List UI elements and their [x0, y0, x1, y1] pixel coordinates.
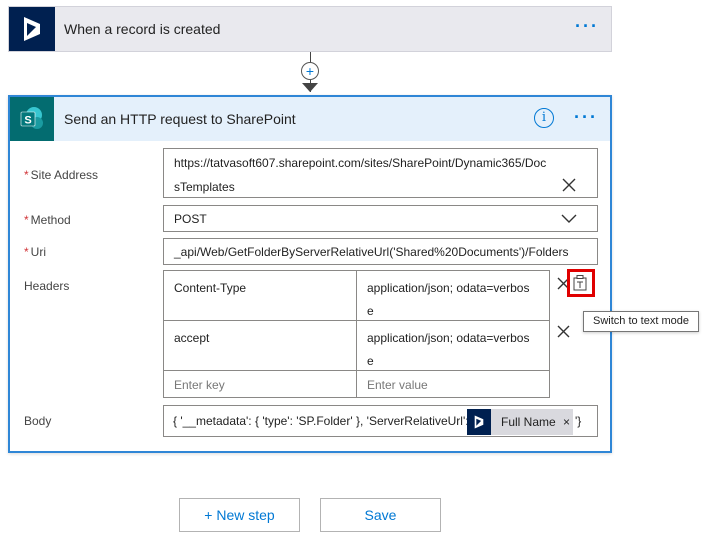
plus-icon: +	[305, 63, 315, 79]
key-placeholder: Enter key	[174, 378, 225, 392]
switch-to-text-mode-button[interactable]	[567, 269, 595, 297]
value-placeholder: Enter value	[367, 378, 428, 392]
uri-label: * Uri	[24, 245, 46, 259]
required-marker: *	[24, 245, 29, 259]
connector-arrow-icon	[302, 83, 318, 92]
site-address-value-line2: sTemplates	[174, 180, 235, 194]
body-value-prefix: { '__metadata': { 'type': 'SP.Folder' },…	[173, 414, 471, 428]
header-key-value: accept	[174, 331, 210, 345]
method-label-text: Method	[30, 213, 71, 227]
header-value-line2: e	[367, 354, 374, 368]
uri-label-text: Uri	[30, 245, 46, 259]
sharepoint-logo-icon: S	[10, 97, 54, 141]
clear-site-address-icon[interactable]	[562, 178, 576, 192]
header-key-input[interactable]: Content-Type	[163, 270, 357, 321]
body-label: Body	[24, 414, 52, 428]
info-icon[interactable]: i	[534, 108, 554, 128]
dynamic-content-token[interactable]: Full Name ×	[467, 409, 573, 435]
method-select[interactable]: POST	[163, 205, 598, 232]
site-address-value-line1: https://tatvasoft607.sharepoint.com/site…	[174, 156, 547, 170]
trigger-card[interactable]: When a record is created ···	[8, 6, 612, 52]
site-address-label: * Site Address	[24, 168, 98, 182]
dynamics-logo-icon	[467, 409, 491, 435]
site-address-label-text: Site Address	[30, 168, 99, 182]
token-name: Full Name	[501, 415, 556, 429]
action-more-icon[interactable]: ···	[574, 107, 598, 128]
trigger-title: When a record is created	[64, 21, 221, 37]
body-input[interactable]: { '__metadata': { 'type': 'SP.Folder' },…	[163, 405, 598, 437]
switch-mode-tooltip: Switch to text mode	[583, 311, 699, 332]
uri-value: _api/Web/GetFolderByServerRelativeUrl('S…	[174, 245, 569, 259]
site-address-input[interactable]: https://tatvasoft607.sharepoint.com/site…	[163, 148, 598, 198]
remove-header-icon[interactable]	[557, 325, 570, 338]
header-value-input[interactable]: application/json; odata=verbos e	[356, 270, 550, 321]
header-key-input[interactable]: accept	[163, 320, 357, 371]
method-label: * Method	[24, 213, 71, 227]
header-value-input[interactable]: application/json; odata=verbos e	[356, 320, 550, 371]
text-mode-icon	[573, 275, 587, 291]
uri-input[interactable]: _api/Web/GetFolderByServerRelativeUrl('S…	[163, 238, 598, 265]
method-value: POST	[174, 212, 207, 226]
new-step-button[interactable]: + New step	[179, 498, 300, 532]
header-key-value: Content-Type	[174, 281, 247, 295]
chevron-down-icon[interactable]	[561, 214, 577, 224]
action-card: S Send an HTTP request to SharePoint i ·…	[8, 95, 612, 453]
header-value-line2: e	[367, 304, 374, 318]
dynamics-logo-icon	[9, 7, 55, 51]
header-value-line1: application/json; odata=verbos	[367, 331, 530, 345]
trigger-more-icon[interactable]: ···	[575, 16, 599, 37]
body-value-suffix: '}	[575, 414, 582, 428]
header-value-line1: application/json; odata=verbos	[367, 281, 530, 295]
action-header[interactable]: S Send an HTTP request to SharePoint i ·…	[10, 97, 610, 141]
new-header-value-input[interactable]: Enter value	[356, 370, 550, 398]
insert-step-button[interactable]: +	[301, 62, 319, 80]
svg-text:S: S	[24, 115, 31, 127]
required-marker: *	[24, 213, 29, 227]
new-header-key-input[interactable]: Enter key	[163, 370, 357, 398]
save-button[interactable]: Save	[320, 498, 441, 532]
action-title: Send an HTTP request to SharePoint	[64, 111, 296, 127]
required-marker: *	[24, 168, 29, 182]
headers-label: Headers	[24, 279, 70, 293]
remove-token-icon[interactable]: ×	[563, 415, 570, 429]
